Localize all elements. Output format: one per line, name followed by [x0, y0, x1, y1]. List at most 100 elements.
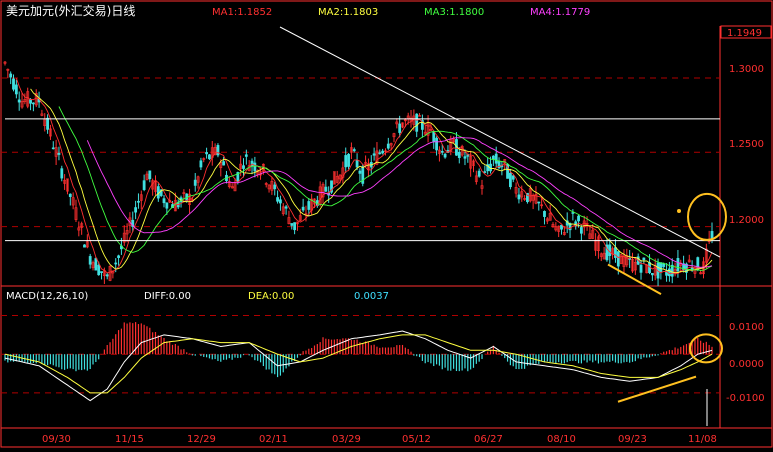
- x-tick-label: 03/29: [332, 434, 361, 445]
- candle-body: [60, 168, 64, 179]
- macd-dea: DEA:0.00: [248, 291, 294, 302]
- candle-body: [440, 151, 444, 153]
- candle-body: [537, 201, 541, 204]
- macd-tick-label: 0.0100: [729, 322, 764, 333]
- chart-canvas[interactable]: 美元加元(外汇交易)日线 MA1:1.1852 MA2:1.1803 MA3:1…: [0, 0, 773, 448]
- x-tick-label: 08/10: [547, 434, 576, 445]
- x-tick-label: 11/15: [115, 434, 144, 445]
- macd-diff: DIFF:0.00: [144, 291, 191, 302]
- candle-body: [511, 175, 515, 180]
- candle-body: [352, 149, 356, 152]
- candle-body: [301, 206, 305, 211]
- candle-body: [148, 170, 152, 180]
- x-tick-label: 11/08: [688, 434, 717, 445]
- candle-body: [279, 199, 282, 204]
- candle-body: [579, 227, 583, 234]
- candle-body: [372, 153, 376, 156]
- candle-body: [68, 193, 72, 197]
- candle-body: [608, 244, 612, 256]
- candle-body: [690, 267, 694, 270]
- candle-body: [17, 99, 21, 103]
- candle-body: [616, 251, 620, 267]
- candle-body: [290, 223, 294, 226]
- candle-body: [12, 78, 15, 90]
- candle-body: [668, 268, 671, 277]
- x-tick-label: 09/30: [42, 434, 71, 445]
- candle-body: [432, 131, 436, 142]
- candle-body: [244, 154, 248, 157]
- candle-body: [199, 160, 203, 168]
- candle-body: [662, 263, 666, 267]
- candle-body: [642, 257, 646, 261]
- candle-body: [324, 186, 328, 192]
- ma2-label: MA2:1.1803: [318, 7, 378, 18]
- candle-body: [273, 184, 277, 190]
- x-tick-label: 12/29: [187, 434, 216, 445]
- candle-body: [355, 160, 359, 168]
- candle-body: [208, 154, 211, 160]
- ma3-label: MA3:1.1800: [424, 7, 484, 18]
- candle-body: [193, 179, 197, 186]
- macd-dea-line: [4, 334, 713, 394]
- candle-body: [205, 152, 208, 155]
- candle-body: [117, 255, 120, 258]
- candle-body: [83, 244, 86, 248]
- current-price-label: 1.1949: [727, 28, 762, 39]
- candle-body: [216, 145, 220, 156]
- candle-body: [710, 231, 714, 240]
- candle-body: [435, 137, 438, 151]
- x-tick-label: 05/12: [402, 434, 431, 445]
- chart-title: 美元加元(外汇交易)日线: [6, 3, 135, 18]
- macd-value: 0.0037: [354, 291, 389, 302]
- candle-body: [307, 201, 311, 210]
- candle-body: [543, 211, 546, 217]
- candle-body: [222, 161, 226, 166]
- candle-body: [381, 150, 385, 154]
- candle-body: [242, 165, 245, 169]
- candle-body: [477, 170, 481, 177]
- candle-body: [415, 113, 419, 132]
- candle-body: [347, 153, 350, 167]
- macd-tick-label: -0.0100: [726, 393, 765, 404]
- forex-chart-window: 美元加元(外汇交易)日线 MA1:1.1852 MA2:1.1803 MA3:1…: [0, 0, 773, 448]
- candle-body: [398, 123, 402, 133]
- candle-body: [88, 256, 92, 265]
- x-tick-label: 02/11: [259, 434, 288, 445]
- candle-body: [31, 102, 35, 105]
- candle-body: [57, 153, 61, 155]
- candle-body: [142, 180, 146, 190]
- candle-body: [676, 258, 680, 272]
- moving-average-line: [15, 78, 713, 275]
- candle-body: [358, 170, 362, 174]
- candle-body: [105, 274, 109, 277]
- descending-trendline: [279, 26, 721, 258]
- candle-body: [162, 198, 166, 204]
- candle-body: [94, 258, 98, 271]
- candle-body: [284, 206, 288, 209]
- candle-body: [577, 215, 580, 222]
- candle-body: [491, 155, 495, 160]
- annotation-dot: [677, 208, 681, 213]
- candle-body: [571, 212, 575, 214]
- price-tick-label: 1.3000: [729, 64, 764, 75]
- candle-body: [14, 84, 18, 95]
- candle-body: [46, 117, 49, 130]
- candle-body: [639, 264, 643, 273]
- candle-body: [659, 262, 663, 273]
- candle-body: [9, 73, 13, 78]
- candle-body: [114, 262, 118, 265]
- macd-diff-line: [4, 330, 713, 402]
- candle-body: [494, 153, 498, 164]
- candle-body: [137, 200, 140, 203]
- candle-body: [100, 271, 103, 273]
- price-tick-label: 1.2000: [729, 215, 764, 226]
- candle-body: [457, 151, 461, 158]
- candle-body: [344, 155, 348, 168]
- candle-body: [293, 222, 297, 231]
- candle-body: [650, 273, 654, 276]
- candle-body: [97, 264, 101, 276]
- x-tick-label: 09/23: [618, 434, 647, 445]
- macd-name: MACD(12,26,10): [6, 291, 88, 302]
- candle-body: [483, 171, 487, 173]
- candle-body: [443, 153, 447, 158]
